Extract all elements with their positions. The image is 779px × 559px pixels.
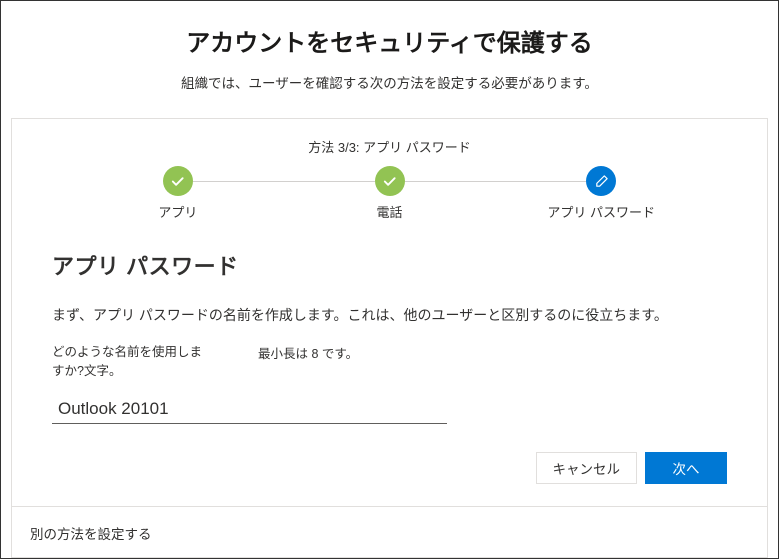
button-row: キャンセル 次へ: [12, 434, 767, 506]
form-content: アプリ パスワード まず、アプリ パスワードの名前を作成します。これは、他のユー…: [12, 229, 767, 434]
page-subtitle: 組織では、ユーザーを確認する次の方法を設定する必要があります。: [1, 72, 778, 92]
min-length-hint: 最小長は 8 です。: [258, 343, 358, 381]
check-icon: [382, 174, 397, 189]
name-field-label: どのような名前を使用しますか?文字。: [52, 343, 202, 381]
step-app-password-label: アプリ パスワード: [547, 202, 655, 221]
page-title: アカウントをセキュリティで保護する: [1, 23, 778, 58]
step-app-password: アプリ パスワード: [495, 166, 707, 221]
step-connector: [193, 181, 375, 182]
stepper-section: 方法 3/3: アプリ パスワード アプリ: [12, 119, 767, 229]
card-footer: 別の方法を設定する: [12, 506, 767, 559]
step-connector: [405, 181, 587, 182]
step-app-password-circle: [586, 166, 616, 196]
field-labels-row: どのような名前を使用しますか?文字。 最小長は 8 です。: [52, 343, 727, 381]
step-app-circle: [163, 166, 193, 196]
page-container: アカウントをセキュリティで保護する 組織では、ユーザーを確認する次の方法を設定す…: [1, 1, 778, 558]
step-app-label: アプリ: [158, 202, 197, 221]
header: アカウントをセキュリティで保護する 組織では、ユーザーを確認する次の方法を設定す…: [1, 1, 778, 98]
step-phone: 電話: [284, 166, 496, 221]
check-icon: [170, 174, 185, 189]
step-counter: 方法 3/3: アプリ パスワード: [12, 137, 767, 156]
form-description: まず、アプリ パスワードの名前を作成します。これは、他のユーザーと区別するのに役…: [52, 305, 727, 325]
wizard-card: 方法 3/3: アプリ パスワード アプリ: [11, 118, 768, 558]
step-phone-label: 電話: [377, 202, 403, 221]
step-app: アプリ: [72, 166, 284, 221]
section-title: アプリ パスワード: [52, 249, 727, 281]
alt-method-link[interactable]: 別の方法を設定する: [30, 527, 152, 542]
cancel-button[interactable]: キャンセル: [536, 452, 638, 484]
app-password-name-input[interactable]: [52, 395, 447, 424]
step-phone-circle: [375, 166, 405, 196]
next-button[interactable]: 次へ: [645, 452, 727, 484]
pencil-icon: [594, 174, 609, 189]
stepper: アプリ 電話: [12, 166, 767, 221]
